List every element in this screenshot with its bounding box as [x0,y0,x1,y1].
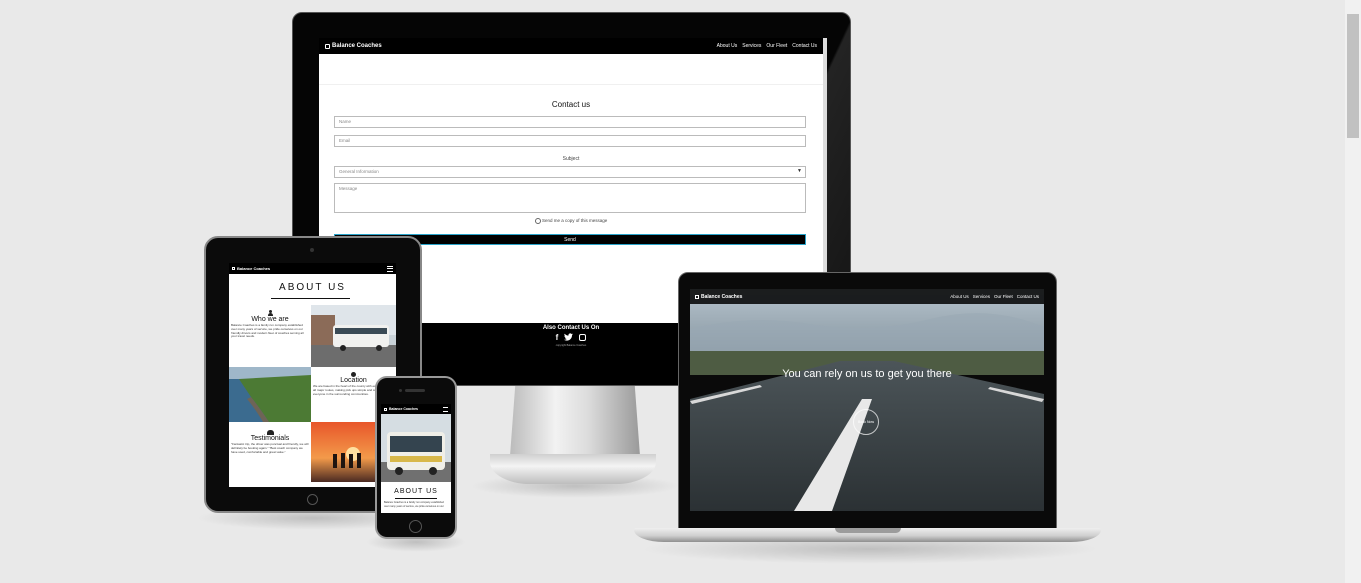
name-input[interactable]: Name [334,116,806,128]
who-text: Balance Coaches is a family run company … [231,323,304,339]
instagram-icon[interactable] [579,334,587,341]
monitor-divider [319,84,823,85]
phone-speaker [405,389,425,392]
cliffs-photo [229,367,311,422]
book-now-button[interactable]: Book Now [853,409,879,435]
chevron-down-icon: ▼ [797,168,802,174]
phone-about-title: ABOUT US [394,488,438,495]
book-now-label: Book Now [858,420,874,424]
facebook-icon[interactable]: f [556,333,559,342]
who-we-are-card: Who we are Balance Coaches is a family r… [229,305,311,367]
monitor-brand[interactable]: Balance Coaches [325,43,382,49]
brand-label: Balance Coaches [701,293,743,300]
laptop-brand[interactable]: Balance Coaches [695,294,742,300]
monitor-stand-foot [490,454,656,484]
tablet-camera [310,248,314,252]
phone-navbar: Balance Coaches [381,404,451,414]
tablet-brand[interactable]: Balance Coaches [232,266,270,271]
tablet-home-button[interactable] [307,494,318,505]
testimonials-title: Testimonials [250,435,290,442]
twitter-icon[interactable] [564,333,574,341]
nav-contact[interactable]: Contact Us [1017,294,1039,299]
nav-services[interactable]: Services [742,43,761,49]
subject-value: General Information [339,169,379,174]
monitor-stand-neck [510,386,640,456]
subject-label: Subject [562,156,580,162]
copy-checkbox-row[interactable]: Send me a copy of this message [319,218,823,224]
about-title-underline [271,298,350,299]
hero-image [690,289,1044,511]
brand-label: Balance Coaches [389,407,418,411]
tablet-navbar: Balance Coaches [229,263,396,274]
email-input[interactable]: Email [334,135,806,147]
user-icon [267,310,273,316]
monitor-navbar: Balance Coaches About Us Services Our Fl… [319,38,823,54]
hamburger-icon[interactable] [387,265,393,272]
about-title: ABOUT US [279,282,346,293]
testimonials-text: "Fantastic trip, the driver was punctual… [231,442,309,454]
who-title: Who we are [251,316,289,323]
contact-title: Contact us [551,100,591,109]
nav-services[interactable]: Services [973,294,990,299]
hero-tagline: You can rely on us to get you there [782,368,952,380]
laptop-navbar: Balance Coaches About Us Services Our Fl… [690,289,1044,304]
bus-photo [311,305,396,367]
phone-brand[interactable]: Balance Coaches [384,407,418,411]
bus-icon [325,43,330,49]
subject-select[interactable]: General Information ▼ [334,166,806,178]
phone-camera [399,389,402,392]
nav-about[interactable]: About Us [950,294,969,299]
nav-fleet[interactable]: Our Fleet [994,294,1013,299]
nav-contact[interactable]: Contact Us [792,43,817,49]
phone-screen: Balance Coaches ABOUT US Balance Coaches… [381,404,451,513]
copy-label: Send me a copy of this message [541,218,608,224]
laptop-notch [835,528,901,533]
page-scrollbar-thumb[interactable] [1347,14,1359,138]
testimonials-card: Testimonials "Fantastic trip, the driver… [229,422,311,482]
copy-checkbox[interactable] [534,218,541,224]
bus-icon [232,267,235,270]
laptop-nav-links: About Us Services Our Fleet Contact Us [950,294,1039,299]
monitor-nav-links: About Us Services Our Fleet Contact Us [717,43,817,49]
bus-icon [384,407,387,411]
message-textarea[interactable]: Message [334,183,806,213]
nav-fleet[interactable]: Our Fleet [766,43,787,49]
laptop-screen: Balance Coaches About Us Services Our Fl… [690,289,1044,511]
hamburger-icon[interactable] [443,406,448,412]
phone-about-underline [395,498,437,499]
brand-label: Balance Coaches [237,266,271,271]
bus-icon [695,294,699,299]
phone-home-button[interactable] [409,520,422,533]
phone-bus-photo [381,414,451,482]
nav-about[interactable]: About Us [717,43,738,49]
phone-who-text: Balance Coaches is a family run company … [384,501,444,509]
brand-label: Balance Coaches [332,43,382,49]
tablet-screen: Balance Coaches ABOUT US Who we are Bala… [229,263,396,487]
